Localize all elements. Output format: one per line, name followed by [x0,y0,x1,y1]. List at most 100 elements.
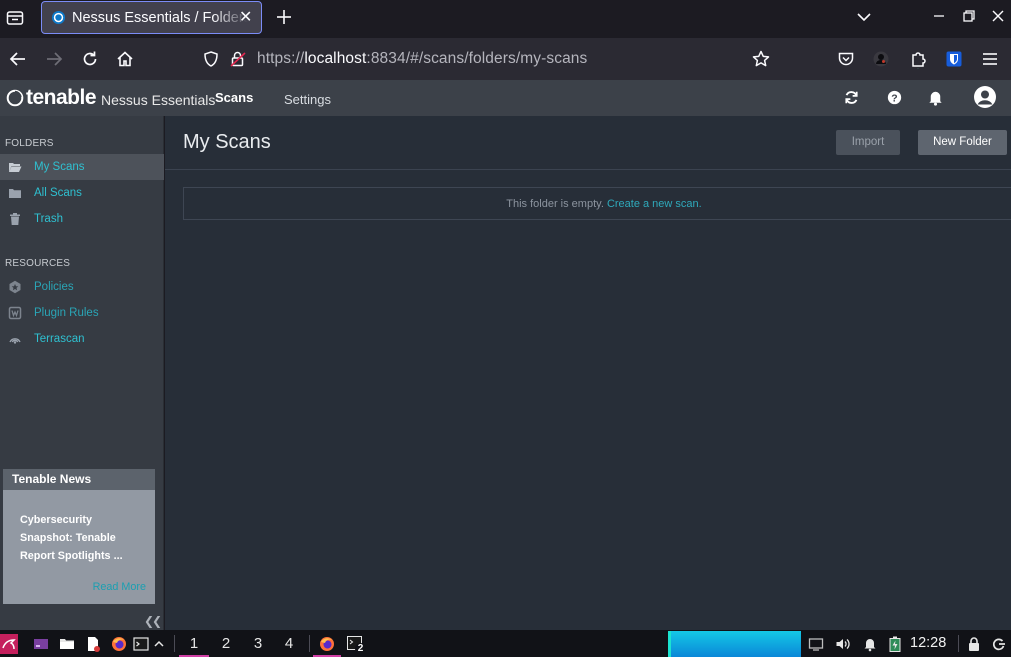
tracking-protection-shield-icon[interactable] [202,50,220,68]
url-path: :8834/#/scans/folders/my-scans [366,50,588,67]
desktop-taskbar: 1 2 3 4 2 12:28 [0,630,1011,657]
folder-icon [9,189,21,198]
refresh-icon[interactable] [842,88,861,107]
tab-close-icon[interactable]: ✕ [239,9,253,27]
notification-bell-icon[interactable] [862,636,878,652]
import-button[interactable]: Import [836,130,900,155]
folder-open-icon [9,163,22,172]
url-bar[interactable]: https://localhost:8834/#/scans/folders/m… [257,50,587,68]
sidebar-item-label: All Scans [34,187,82,199]
page-title: My Scans [183,131,271,153]
sidebar-item-plugin-rules[interactable]: Plugin Rules [0,300,164,326]
workspace-4[interactable]: 4 [274,635,304,657]
workspace-1[interactable]: 1 [179,635,209,657]
sidebar-item-all-scans[interactable]: All Scans [0,180,164,206]
news-read-more-link[interactable]: Read More [93,581,146,593]
restore-window-icon[interactable] [961,8,977,24]
sidebar-item-terrascan[interactable]: Terrascan [0,326,164,352]
insecure-lock-icon[interactable] [229,50,247,68]
nessus-favicon-icon [51,10,66,25]
file-manager-icon[interactable] [59,636,75,652]
policy-icon [9,280,21,294]
text-editor-icon[interactable] [85,636,101,652]
nav-scans[interactable]: Scans [215,90,253,105]
profile-extension-icon[interactable] [871,49,891,69]
home-icon[interactable] [115,49,135,69]
browser-tab-active[interactable]: Nessus Essentials / Folders / My Scans ✕ [41,1,262,34]
chevron-up-icon[interactable] [153,636,165,652]
sidebar: FOLDERS My Scans All Scans Trash RESOURC… [0,116,164,630]
taskbar-separator [958,635,959,652]
sidebar-item-label: Trash [34,213,63,225]
notifications-bell-icon[interactable] [926,88,945,107]
workspace-2[interactable]: 2 [211,635,241,657]
tenable-logo-icon [6,89,24,107]
pocket-icon[interactable] [836,49,856,69]
firefox-launcher-icon[interactable] [111,636,127,652]
news-headline[interactable]: Cybersecurity Snapshot: Tenable Report S… [20,511,140,565]
plugin-rules-icon [8,306,22,320]
reload-icon[interactable] [80,49,100,69]
lock-screen-icon[interactable] [967,636,981,652]
browser-nav-bar: https://localhost:8834/#/scans/folders/m… [0,38,1011,80]
browser-tab-strip: Nessus Essentials / Folders / My Scans ✕ [0,0,1011,36]
workspace-app-icon[interactable] [33,636,49,652]
resources-heading: RESOURCES [5,258,71,269]
firefox-window-button[interactable] [313,630,341,657]
terminal-launcher-icon[interactable] [133,636,149,652]
power-logout-icon[interactable] [992,636,1006,652]
collapse-sidebar-icon[interactable]: ❮❮ [144,614,162,628]
battery-icon[interactable] [888,636,902,652]
terminal-window-button[interactable]: 2 [343,630,369,657]
create-new-scan-link[interactable]: Create a new scan. [607,198,702,210]
terminal-window-count-badge: 2 [355,643,366,654]
close-window-icon[interactable] [990,8,1006,24]
help-question-icon[interactable]: ? [885,88,904,107]
sidebar-item-policies[interactable]: Policies [0,274,164,300]
bookmark-star-icon[interactable] [751,49,771,69]
sidebar-item-my-scans[interactable]: My Scans [0,154,164,180]
url-prefix: https:// [257,50,305,67]
taskbar-separator [309,635,310,652]
cpu-usage-graph [668,631,801,657]
tenable-news-panel: Tenable News Cybersecurity Snapshot: Ten… [3,469,155,604]
product-name: Nessus Essentials [101,91,216,108]
list-all-tabs-icon[interactable] [5,8,25,28]
new-tab-plus-icon[interactable] [274,7,294,27]
empty-folder-message: This folder is empty. Create a new scan. [184,198,1011,210]
tab-title: Nessus Essentials / Folders / My Scans [72,10,248,26]
sidebar-item-label: Policies [34,281,74,293]
trash-icon [10,213,20,225]
volume-icon[interactable] [835,636,851,652]
tenable-logo[interactable]: tenable Nessus Essentials [6,86,216,109]
news-title: Tenable News [3,469,155,490]
kali-menu-icon[interactable] [0,634,18,654]
folders-heading: FOLDERS [5,138,54,149]
chevron-down-icon[interactable] [856,9,872,25]
minimize-window-icon[interactable] [931,8,947,24]
main-content: My Scans Import New Folder This folder i… [165,116,1011,630]
display-icon[interactable] [808,636,824,652]
extensions-puzzle-icon[interactable] [908,49,928,69]
hamburger-menu-icon[interactable] [980,49,1000,69]
user-avatar-icon[interactable] [973,85,997,109]
nav-settings[interactable]: Settings [284,92,331,107]
svg-text:?: ? [891,93,897,104]
firefox-window-icon [320,637,334,651]
back-arrow-icon[interactable] [8,49,28,69]
new-folder-button[interactable]: New Folder [918,130,1007,155]
forward-arrow-icon[interactable] [44,49,64,69]
sidebar-item-label: Terrascan [34,333,85,345]
sidebar-item-label: My Scans [34,161,85,173]
workspace-3[interactable]: 3 [243,635,273,657]
app-header: tenable Nessus Essentials Scans Settings… [0,80,1011,116]
terrascan-icon [9,338,21,344]
url-host: localhost [304,50,367,67]
bitwarden-icon[interactable] [944,49,964,69]
empty-text: This folder is empty. [506,198,604,210]
empty-folder-box: This folder is empty. Create a new scan. [183,187,1011,220]
sidebar-item-trash[interactable]: Trash [0,206,164,232]
clock[interactable]: 12:28 [910,635,946,651]
header-divider [165,169,1011,170]
sidebar-item-label: Plugin Rules [34,307,99,319]
